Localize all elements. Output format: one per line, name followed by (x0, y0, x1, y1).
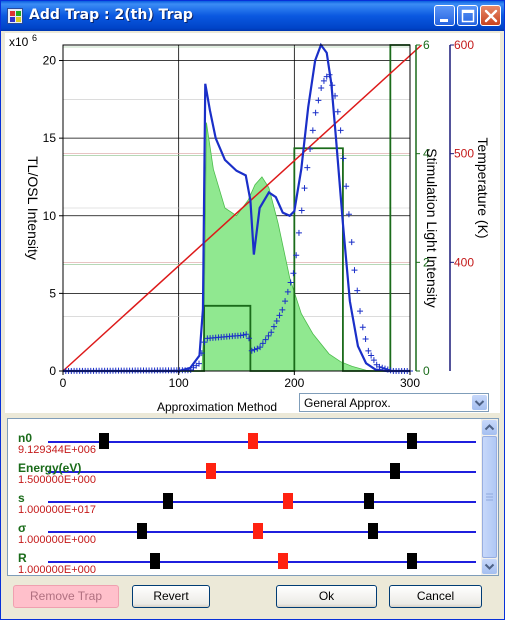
y-tick-label: 10 (43, 209, 57, 223)
parameter-row: σ 1.000000E+000 (8, 521, 478, 551)
intensity-chart: 0 5 10 15 20 x10 6 0 100 200 300 TL/OSL Intensity 0 2… (5, 33, 500, 413)
parameter-name: Energy(eV) (18, 461, 82, 475)
approximation-method-label: Approximation Method (157, 400, 278, 414)
parameter-range-handle[interactable] (406, 553, 417, 569)
stimulation-tick-label: 6 (423, 38, 430, 52)
x-tick-label: 0 (60, 376, 67, 390)
y-tick-label: 20 (43, 54, 57, 68)
approximation-method-select[interactable]: General Approx. (299, 393, 489, 412)
parameter-value: 1.000000E+017 (18, 504, 96, 516)
parameter-range-handle[interactable] (406, 433, 417, 449)
parameter-slider-track[interactable] (48, 471, 476, 473)
parameter-range-handle[interactable] (162, 493, 173, 509)
y-multiplier-exponent: 6 (32, 33, 37, 43)
minimize-icon[interactable] (434, 5, 455, 26)
y-tick-label: 5 (49, 286, 56, 300)
parameter-name: σ (18, 521, 27, 535)
parameter-value: 1.500000E+000 (18, 474, 96, 486)
parameter-row: n0 9.129344E+006 (8, 431, 478, 461)
revert-button[interactable]: Revert (132, 585, 210, 608)
parameter-row: R 1.000000E+000 (8, 551, 478, 576)
stimulation-axis-title: Stimulation Light Intensity (424, 148, 440, 308)
close-icon[interactable] (480, 5, 501, 26)
parameter-range-handle[interactable] (368, 523, 379, 539)
scrollbar-thumb[interactable] (482, 436, 497, 558)
x-tick-label: 200 (284, 376, 304, 390)
trap-parameters-panel: n0 9.129344E+006 Energy(eV) 1.500000E+000 s 1… (7, 418, 499, 576)
x-tick-label: 300 (400, 376, 420, 390)
y-tick-label: 0 (49, 364, 56, 378)
y-axis-title: TL/OSL Intensity (25, 156, 41, 260)
parameter-name: n0 (18, 431, 33, 445)
temperature-tick-label: 500 (454, 147, 474, 161)
parameter-value-handle[interactable] (248, 433, 259, 449)
approximation-method-value: General Approx. (304, 396, 391, 410)
window-title: Add Trap : 2(th) Trap (29, 7, 193, 23)
ok-button[interactable]: Ok (276, 585, 377, 608)
title-bar[interactable]: Add Trap : 2(th) Trap (1, 1, 504, 31)
scroll-up-icon[interactable] (482, 420, 497, 435)
x-tick-label: 100 (169, 376, 189, 390)
parameter-row: Energy(eV) 1.500000E+000 (8, 461, 478, 491)
parameter-value-handle[interactable] (205, 463, 216, 479)
parameter-row: s 1.000000E+017 (8, 491, 478, 521)
parameter-range-handle[interactable] (389, 463, 400, 479)
parameter-value: 1.000000E+000 (18, 564, 96, 576)
scroll-down-icon[interactable] (482, 559, 497, 574)
parameter-name: R (18, 551, 27, 565)
y-multiplier-label: x10 (9, 35, 29, 49)
cancel-button[interactable]: Cancel (389, 585, 482, 608)
y-tick-label: 15 (43, 131, 57, 145)
parameter-range-handle[interactable] (98, 433, 109, 449)
chevron-down-icon[interactable] (472, 395, 487, 410)
app-icon[interactable] (7, 8, 23, 24)
vertical-scrollbar[interactable] (481, 419, 498, 575)
parameter-range-handle[interactable] (150, 553, 160, 569)
parameter-range-handle[interactable] (364, 493, 374, 509)
stimulation-tick-label: 0 (423, 364, 430, 378)
temperature-tick-label: 400 (454, 255, 474, 269)
parameter-range-handle[interactable] (137, 523, 148, 539)
parameter-value: 1.000000E+000 (18, 534, 96, 546)
parameter-value-handle[interactable] (278, 553, 289, 569)
parameter-value: 9.129344E+006 (18, 444, 96, 456)
parameter-value-handle[interactable] (252, 523, 263, 539)
temperature-axis-title: Temperature (K) (475, 137, 491, 238)
maximize-icon[interactable] (457, 5, 478, 26)
parameter-name: s (18, 491, 25, 505)
parameter-slider-track[interactable] (48, 501, 476, 503)
temperature-tick-label: 600 (454, 38, 474, 52)
remove-trap-button[interactable]: Remove Trap (13, 585, 119, 608)
add-trap-window: Add Trap : 2(th) Trap 0 5 10 15 20 x10 6 0 100 20… (0, 0, 505, 620)
parameter-value-handle[interactable] (282, 493, 293, 509)
chart-canvas: 05101520x10 60 100 200 300TL/OSL Intensity02… (9, 33, 491, 390)
